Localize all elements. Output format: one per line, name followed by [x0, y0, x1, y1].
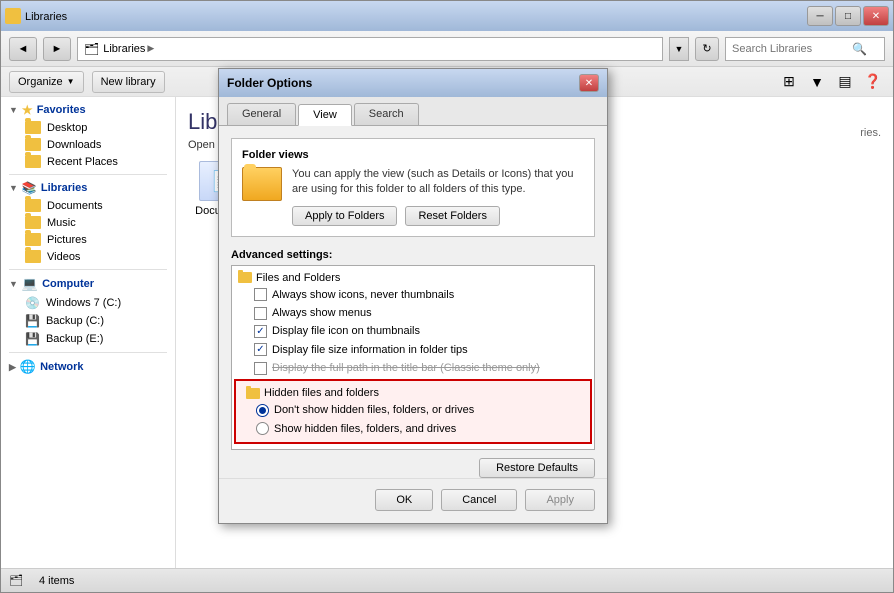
- settings-item-display-file-icon[interactable]: Display file icon on thumbnails: [232, 322, 594, 340]
- hide-empty-drives-checkbox[interactable]: [254, 449, 267, 450]
- ok-button[interactable]: OK: [375, 489, 433, 511]
- settings-item-display-file-size[interactable]: Display file size information in folder …: [232, 341, 594, 359]
- cancel-button[interactable]: Cancel: [441, 489, 517, 511]
- settings-item-always-show-menus[interactable]: Always show menus: [232, 304, 594, 322]
- show-hidden-radio[interactable]: [256, 422, 269, 435]
- settings-item-display-full-path[interactable]: Display the full path in the title bar (…: [232, 359, 594, 377]
- dialog-footer: OK Cancel Apply: [219, 478, 607, 523]
- display-full-path-checkbox[interactable]: [254, 362, 267, 375]
- dialog-body: Folder views You can apply the view (suc…: [219, 126, 607, 462]
- display-file-icon-label: Display file icon on thumbnails: [272, 324, 420, 338]
- settings-item-show-hidden[interactable]: Show hidden files, folders, and drives: [240, 420, 586, 438]
- files-folders-icon: [238, 272, 252, 283]
- tab-general[interactable]: General: [227, 103, 296, 125]
- advanced-settings-label: Advanced settings:: [231, 249, 595, 261]
- hidden-files-header: Hidden files and folders: [240, 385, 586, 401]
- folder-views-box: Folder views You can apply the view (suc…: [231, 138, 595, 237]
- hidden-files-folder-icon: [246, 388, 260, 399]
- folder-large-icon: [242, 167, 282, 201]
- settings-list-container[interactable]: Files and Folders Always show icons, nev…: [231, 265, 595, 450]
- display-file-size-label: Display file size information in folder …: [272, 343, 468, 357]
- hidden-files-label: Hidden files and folders: [264, 387, 379, 399]
- settings-item-always-show-icons[interactable]: Always show icons, never thumbnails: [232, 286, 594, 304]
- restore-defaults-button[interactable]: Restore Defaults: [479, 458, 595, 478]
- display-file-icon-checkbox[interactable]: [254, 325, 267, 338]
- tab-view[interactable]: View: [298, 104, 352, 126]
- always-show-icons-checkbox[interactable]: [254, 288, 267, 301]
- reset-folders-button[interactable]: Reset Folders: [405, 206, 499, 226]
- tab-search[interactable]: Search: [354, 103, 419, 125]
- show-hidden-label: Show hidden files, folders, and drives: [274, 422, 456, 436]
- dialog-title-bar: Folder Options ✕: [219, 69, 607, 97]
- dont-show-hidden-label: Don't show hidden files, folders, or dri…: [274, 403, 474, 417]
- always-show-menus-checkbox[interactable]: [254, 307, 267, 320]
- apply-button[interactable]: Apply: [525, 489, 595, 511]
- settings-item-dont-show-hidden[interactable]: Don't show hidden files, folders, or dri…: [240, 401, 586, 419]
- display-full-path-label: Display the full path in the title bar (…: [272, 361, 540, 375]
- dialog-close-button[interactable]: ✕: [579, 74, 599, 92]
- always-show-menus-label: Always show menus: [272, 306, 372, 320]
- folder-views-buttons: Apply to Folders Reset Folders: [292, 206, 584, 226]
- display-file-size-checkbox[interactable]: [254, 343, 267, 356]
- hide-empty-drives-label: Hide empty drives in the Computer folder: [272, 448, 472, 450]
- folder-options-dialog: Folder Options ✕ General View Search Fol…: [218, 68, 608, 524]
- folder-views-right: You can apply the view (such as Details …: [292, 167, 584, 226]
- explorer-window: Libraries ─ □ ✕ ◄ ► 🗂 Libraries ▶ ▼ ↻ 🔍: [0, 0, 894, 593]
- files-and-folders-header: Files and Folders: [232, 270, 594, 286]
- dialog-tabs: General View Search: [219, 97, 607, 126]
- folder-views-title: Folder views: [242, 149, 584, 161]
- always-show-icons-label: Always show icons, never thumbnails: [272, 288, 454, 302]
- dont-show-hidden-radio[interactable]: [256, 404, 269, 417]
- dialog-overlay: Folder Options ✕ General View Search Fol…: [0, 0, 894, 593]
- dialog-title: Folder Options: [227, 76, 312, 90]
- apply-to-folders-button[interactable]: Apply to Folders: [292, 206, 397, 226]
- folder-views-content: You can apply the view (such as Details …: [242, 167, 584, 226]
- hidden-files-group: Hidden files and folders Don't show hidd…: [234, 379, 592, 444]
- folder-views-description: You can apply the view (such as Details …: [292, 167, 584, 198]
- settings-list: Files and Folders Always show icons, nev…: [232, 266, 594, 450]
- files-folders-label: Files and Folders: [256, 272, 340, 284]
- settings-item-hide-empty-drives[interactable]: Hide empty drives in the Computer folder: [232, 446, 594, 450]
